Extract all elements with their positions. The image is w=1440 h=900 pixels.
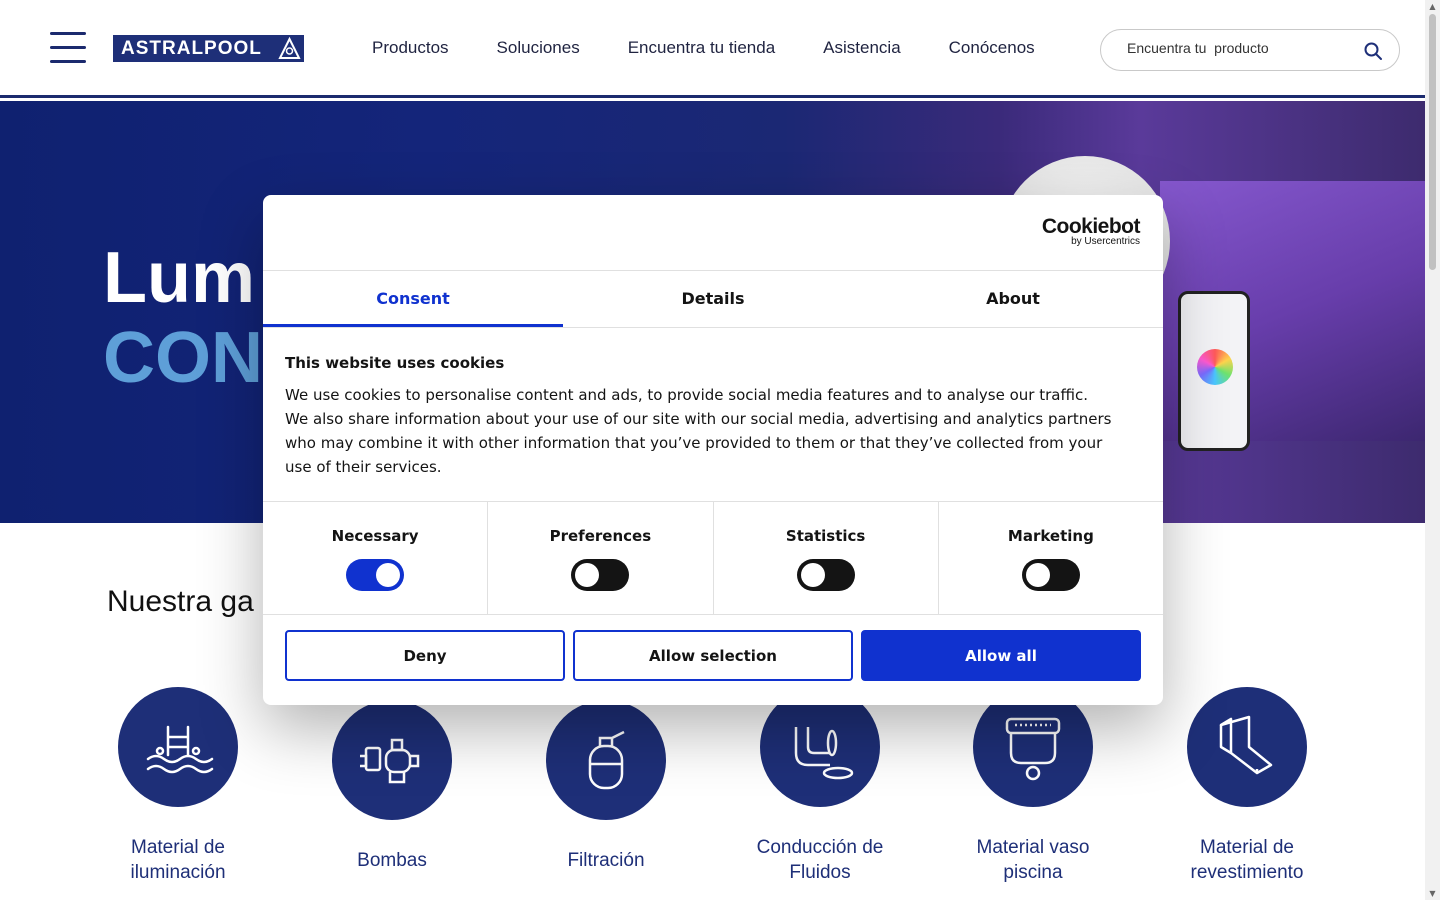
tab-details[interactable]: Details [563,271,863,327]
tab-about[interactable]: About [863,271,1163,327]
deny-button[interactable]: Deny [285,630,565,681]
category-revestimiento[interactable]: Material de revestimiento [1147,687,1347,885]
dialog-tabs: Consent Details About [263,270,1163,328]
dialog-heading: This website uses cookies [285,354,505,372]
category-label: Bombas [357,850,427,871]
search-input[interactable] [1127,40,1347,56]
dialog-body-text: We use cookies to personalise content an… [285,386,1112,476]
menu-icon[interactable] [50,32,86,64]
toggle-group-preferences: Preferences [488,502,714,614]
scroll-up-icon[interactable]: ▲ [1428,2,1437,11]
category-iluminacion[interactable]: Material de iluminación [78,687,278,885]
pump-icon [332,700,452,820]
category-filtracion[interactable]: Filtración [506,700,706,873]
skimmer-icon [973,687,1093,807]
category-conduccion-fluidos[interactable]: Conducción de Fluidos [720,687,920,885]
logo-text: ASTRALPOOL [121,37,262,59]
cookiebot-logo[interactable]: Cookiebot by Usercentrics [1042,215,1141,247]
nav-productos[interactable]: Productos [372,38,449,58]
toggle-group-marketing: Marketing [939,502,1163,614]
hero-phone-image [1178,291,1250,451]
statistics-toggle[interactable] [796,559,855,591]
astralpool-logo[interactable]: ASTRALPOOL [113,35,304,62]
toggle-label: Marketing [1007,527,1094,545]
color-wheel-icon [1197,349,1233,385]
marketing-toggle[interactable] [1021,559,1080,591]
dialog-buttons: Deny Allow selection Allow all [285,630,1141,682]
logo-mark-icon [277,36,302,61]
toggle-label: Statistics [785,527,866,545]
filter-icon [546,700,666,820]
scroll-down-icon[interactable]: ▼ [1428,889,1437,898]
product-search [1100,29,1400,71]
necessary-toggle[interactable] [346,559,405,591]
nav-soluciones[interactable]: Soluciones [497,38,580,58]
nav-asistencia[interactable]: Asistencia [823,38,900,58]
tab-consent[interactable]: Consent [263,271,563,327]
pipe-fitting-icon [760,687,880,807]
nav-encuentra-tienda[interactable]: Encuentra tu tienda [628,38,775,58]
toggle-label: Preferences [549,527,652,545]
pool-ladder-icon [118,687,238,807]
category-label: Material de iluminación [130,837,226,883]
preferences-toggle[interactable] [571,559,630,591]
category-material-vaso[interactable]: Material vaso piscina [933,687,1133,885]
category-label: Material de revestimiento [1190,837,1304,883]
consent-toggles: Necessary Preferences Statistics Marketi… [263,501,1163,615]
nav-conocenos[interactable]: Conócenos [949,38,1035,58]
main-nav: Productos Soluciones Encuentra tu tienda… [372,38,1083,58]
cookie-consent-dialog: Cookiebot by Usercentrics Consent Detail… [263,195,1163,705]
toggle-group-necessary: Necessary [263,502,489,614]
coping-icon [1187,687,1307,807]
site-header: ASTRALPOOL Productos Soluciones Encuentr… [0,0,1425,98]
hero-title: Lum [103,238,255,318]
category-label: Filtración [567,850,645,871]
hero-subtitle: CON [103,318,263,398]
search-icon[interactable] [1363,41,1383,61]
section-title: Nuestra ga [107,585,254,618]
category-label: Conducción de Fluidos [756,837,884,883]
category-bombas[interactable]: Bombas [292,700,492,873]
scroll-thumb[interactable] [1429,14,1436,270]
allow-selection-button[interactable]: Allow selection [573,630,853,681]
category-label: Material vaso piscina [976,837,1090,883]
toggle-group-statistics: Statistics [714,502,939,614]
page-scrollbar[interactable]: ▲ ▼ [1425,0,1440,900]
toggle-label: Necessary [331,527,419,545]
allow-all-button[interactable]: Allow all [861,630,1141,681]
